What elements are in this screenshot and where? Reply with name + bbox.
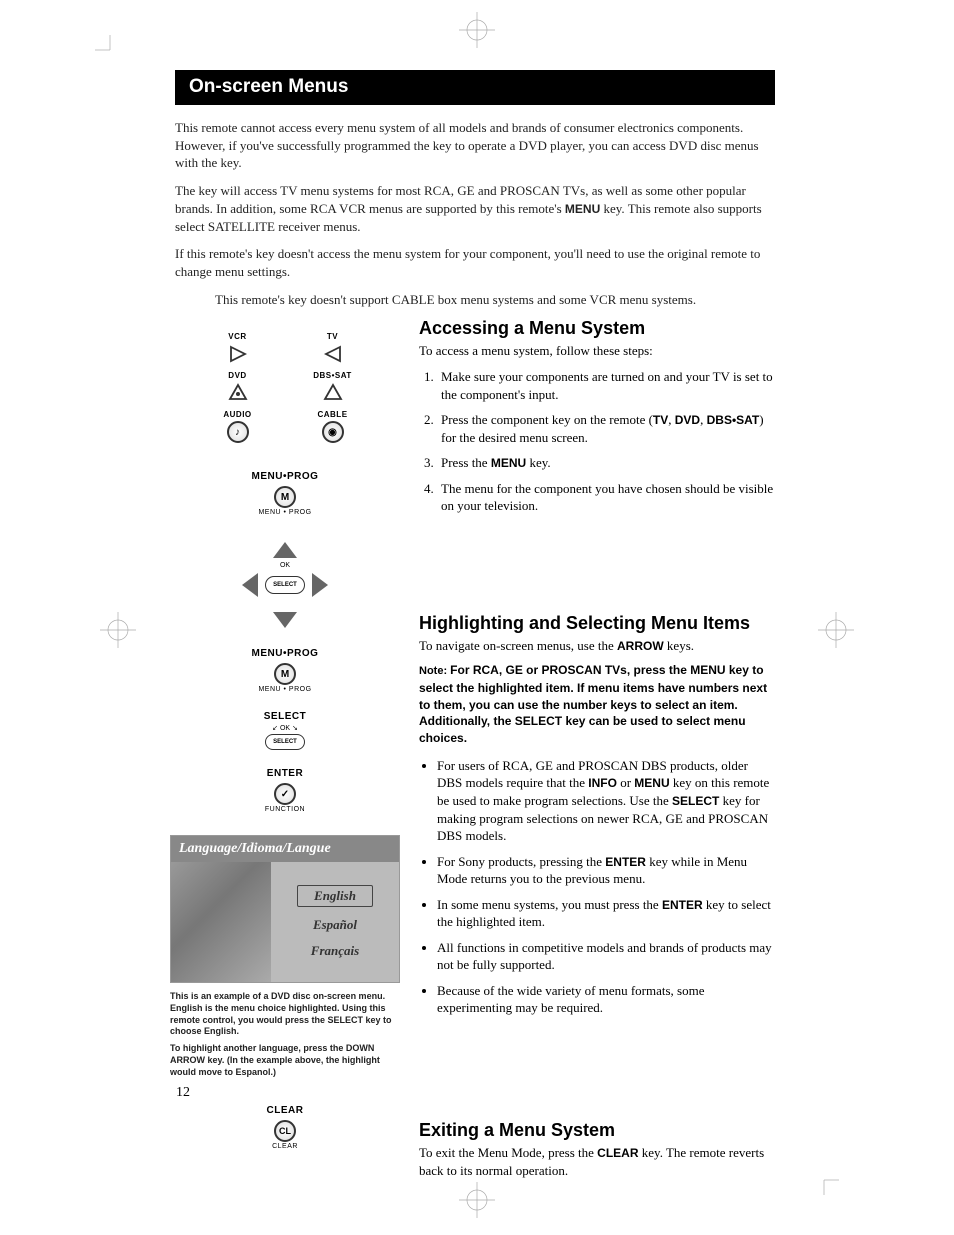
crop-mark-left: [100, 612, 136, 653]
bullet-4: All functions in competitive models and …: [437, 939, 775, 974]
page-content: On-screen Menus This remote cannot acces…: [175, 70, 775, 1187]
crop-mark-top: [459, 12, 495, 53]
intro-p2: The key will access TV menu systems for …: [175, 182, 775, 235]
intro-p3: If this remote's key doesn't access the …: [175, 245, 775, 280]
accessing-steps: Make sure your components are turned on …: [419, 368, 775, 515]
vcr-key: VCR: [210, 332, 265, 367]
dpad-figure: SELECT OK: [240, 540, 330, 630]
bullet-1: For users of RCA, GE and PROSCAN DBS pro…: [437, 757, 775, 845]
accessing-heading: Accessing a Menu System: [419, 318, 775, 339]
highlighting-bullets: For users of RCA, GE and PROSCAN DBS pro…: [419, 757, 775, 1017]
ok-label: OK: [280, 562, 290, 569]
intro-p4: This remote's key doesn't support CABLE …: [175, 291, 775, 309]
menu-sublabel-2: MENU • PROG: [258, 686, 311, 693]
ok-arc-label: ↙ OK ↘: [272, 724, 298, 732]
accessing-lead: To access a menu system, follow these st…: [419, 342, 775, 360]
arrow-right-icon: [312, 573, 328, 597]
audio-icon: ♪: [227, 421, 249, 443]
arrow-down-icon: [273, 612, 297, 628]
highlighting-note: Note: For RCA, GE or PROSCAN TVs, press …: [419, 662, 775, 747]
clear-button-icon: CL: [274, 1120, 296, 1142]
dvd-menu-header: Language/Idioma/Langue: [171, 836, 399, 862]
dvd-caption: This is an example of a DVD disc on-scre…: [170, 991, 400, 1083]
select-center: SELECT: [265, 576, 305, 594]
exiting-heading: Exiting a Menu System: [419, 1120, 775, 1141]
right-column: Accessing a Menu System To access a menu…: [419, 318, 775, 1187]
dvd-key: DVD: [210, 371, 265, 406]
step-4: The menu for the component you have chos…: [437, 480, 775, 515]
corner-mark-br: [809, 1165, 839, 1200]
intro-block: This remote cannot access every menu sys…: [175, 119, 775, 308]
menu-prog-label-2: MENU•PROG: [252, 648, 319, 659]
enter-button-icon: ✓: [274, 783, 296, 805]
tv-icon: [322, 343, 344, 365]
cable-key: CABLE◉: [305, 410, 360, 445]
arrow-left-icon: [242, 573, 258, 597]
dvd-icon: [227, 382, 249, 404]
dvd-opt-english: English: [297, 885, 373, 907]
intro-p1: This remote cannot access every menu sys…: [175, 119, 775, 172]
bullet-2: For Sony products, pressing the ENTER ke…: [437, 853, 775, 888]
dbs-key: DBS•SAT: [305, 371, 360, 406]
select-label: SELECT: [264, 711, 306, 722]
crop-mark-bottom: [459, 1182, 495, 1223]
dvd-menu-image: [171, 862, 271, 982]
clear-label: CLEAR: [267, 1105, 304, 1116]
left-column: VCR TV DVD DBS•SAT AUDIO♪ CABLE◉ MENU•PR…: [175, 318, 395, 1187]
cable-icon: ◉: [322, 421, 344, 443]
step-1: Make sure your components are turned on …: [437, 368, 775, 403]
corner-mark-tl: [95, 35, 125, 70]
audio-key: AUDIO♪: [210, 410, 265, 445]
bullet-3: In some menu systems, you must press the…: [437, 896, 775, 931]
menu-prog-label-1: MENU•PROG: [252, 471, 319, 482]
vcr-icon: [227, 343, 249, 365]
highlighting-heading: Highlighting and Selecting Menu Items: [419, 613, 775, 634]
exiting-body: To exit the Menu Mode, press the CLEAR k…: [419, 1144, 775, 1179]
step-3: Press the MENU key.: [437, 454, 775, 472]
function-sublabel: FUNCTION: [265, 806, 305, 813]
arrow-up-icon: [273, 542, 297, 558]
highlighting-lead: To navigate on-screen menus, use the ARR…: [419, 637, 775, 655]
menu-button-icon: M: [274, 486, 296, 508]
section-title-bar: On-screen Menus: [175, 70, 775, 105]
tv-key: TV: [305, 332, 360, 367]
dvd-opt-francais: Français: [311, 943, 359, 959]
dbs-icon: [322, 382, 344, 404]
component-keys-figure: VCR TV DVD DBS•SAT AUDIO♪ CABLE◉: [210, 332, 360, 445]
step-2: Press the component key on the remote (T…: [437, 411, 775, 446]
dvd-menu-example: Language/Idioma/Langue English Español F…: [170, 835, 400, 983]
bullet-5: Because of the wide variety of menu form…: [437, 982, 775, 1017]
select-pill-icon: SELECT: [265, 734, 305, 750]
crop-mark-right: [818, 612, 854, 653]
menu-button-icon-2: M: [274, 663, 296, 685]
dvd-opt-espanol: Español: [313, 917, 357, 933]
page-number: 12: [176, 1085, 190, 1101]
clear-sublabel: CLEAR: [272, 1143, 298, 1150]
menu-sublabel-1: MENU • PROG: [258, 509, 311, 516]
enter-label: ENTER: [267, 768, 303, 779]
